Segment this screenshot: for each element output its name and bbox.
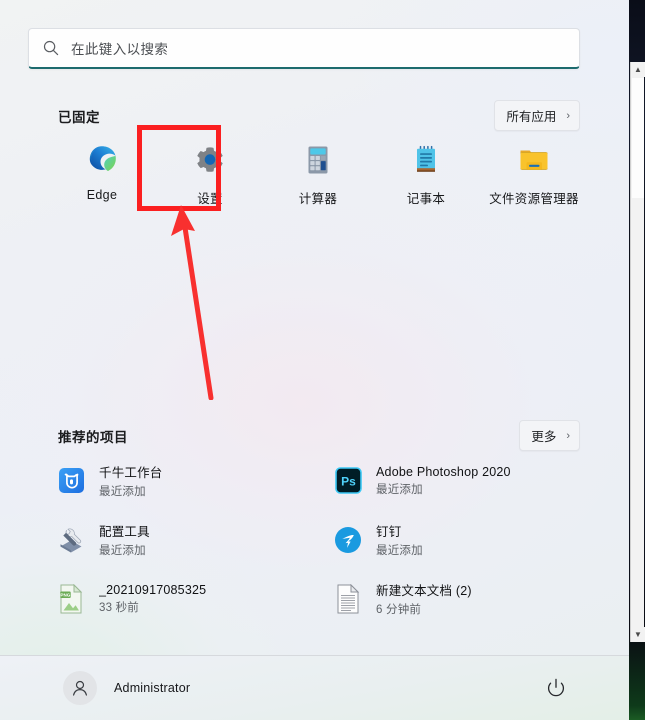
recommended-title: 推荐的项目 [58,429,128,445]
scrollbar-down-arrow[interactable]: ▼ [631,627,645,642]
list-item-subtitle: 33 秒前 [99,601,139,614]
folder-icon [516,142,552,178]
settings-gear-icon [192,142,228,178]
calculator-icon [300,142,336,178]
svg-text:PNG: PNG [60,592,70,597]
pinned-app-label: 计算器 [298,192,338,206]
search-area: 在此键入以搜索 [28,28,580,69]
pinned-app-settings[interactable]: 设置 [156,138,264,207]
recommended-section-header: 推荐的项目 更多 › [58,420,580,451]
pointer-arrow [171,205,214,400]
chevron-right-icon: › [566,109,570,122]
pinned-app-label: 设置 [197,192,223,206]
pinned-app-label: 文件资源管理器 [489,192,579,206]
account-button[interactable]: Administrator [63,671,190,705]
all-apps-button[interactable]: 所有应用 › [494,100,580,131]
list-item[interactable]: PNG _20210917085325 33 秒前 [56,580,319,617]
chevron-right-icon: › [566,429,570,442]
account-name-label: Administrator [114,681,191,695]
scrollbar-thumb[interactable] [632,78,644,198]
notepad-icon [408,142,444,178]
wrench-icon [56,525,86,555]
svg-text:Ps: Ps [341,474,356,488]
pinned-app-label: 记事本 [406,192,446,206]
list-item[interactable]: 配置工具 最近添加 [56,521,319,558]
search-icon [41,38,61,58]
list-item-name: 新建文本文档 (2) [376,584,472,598]
qianniu-icon [56,466,86,496]
pinned-apps-grid: Edge 设置 计算器 记事本 文件资源管理器 [48,138,588,207]
photoshop-icon: Ps [333,466,363,496]
start-menu-panel: 在此键入以搜索 已固定 所有应用 › Edge 设置 计算器 记事本 文件资源管… [0,0,629,720]
list-item-name: Adobe Photoshop 2020 [376,464,511,479]
power-icon[interactable] [541,673,571,703]
search-placeholder-text: 在此键入以搜索 [71,42,169,57]
list-item-subtitle: 最近添加 [99,545,146,557]
search-input[interactable]: 在此键入以搜索 [28,28,580,69]
list-item-subtitle: 6 分钟前 [376,604,422,616]
pinned-app-edge[interactable]: Edge [48,138,156,207]
start-menu-footer: Administrator [0,656,629,720]
more-label: 更多 [531,430,557,444]
list-item-subtitle: 最近添加 [99,486,146,498]
all-apps-label: 所有应用 [506,110,557,124]
list-item-subtitle: 最近添加 [376,545,423,557]
text-file-icon [333,583,363,614]
pinned-app-file-explorer[interactable]: 文件资源管理器 [480,138,588,207]
list-item-name: 钉钉 [376,525,402,539]
user-avatar-icon [63,671,97,705]
scrollbar-up-arrow[interactable]: ▲ [631,62,645,77]
recommended-items-grid: 千牛工作台 最近添加 Ps Adobe Photoshop 2020 最近添加 [56,462,596,617]
pinned-section-header: 已固定 所有应用 › [58,100,580,131]
list-item-name: _20210917085325 [99,582,207,597]
png-file-icon: PNG [56,583,86,614]
pinned-app-notepad[interactable]: 记事本 [372,138,480,207]
pinned-app-calculator[interactable]: 计算器 [264,138,372,207]
list-item-subtitle: 最近添加 [376,483,423,496]
pinned-title: 已固定 [58,109,100,125]
list-item-name: 配置工具 [99,525,150,539]
dingtalk-icon [333,525,363,555]
list-item[interactable]: Ps Adobe Photoshop 2020 最近添加 [333,462,596,499]
list-item[interactable]: 钉钉 最近添加 [333,521,596,558]
list-item-name: 千牛工作台 [99,466,163,480]
list-item[interactable]: 新建文本文档 (2) 6 分钟前 [333,580,596,617]
list-item[interactable]: 千牛工作台 最近添加 [56,462,319,499]
edge-icon [84,142,120,178]
scrollbar[interactable]: ▲ ▼ [630,62,645,642]
more-button[interactable]: 更多 › [519,420,580,451]
pinned-app-label: Edge [86,188,118,202]
